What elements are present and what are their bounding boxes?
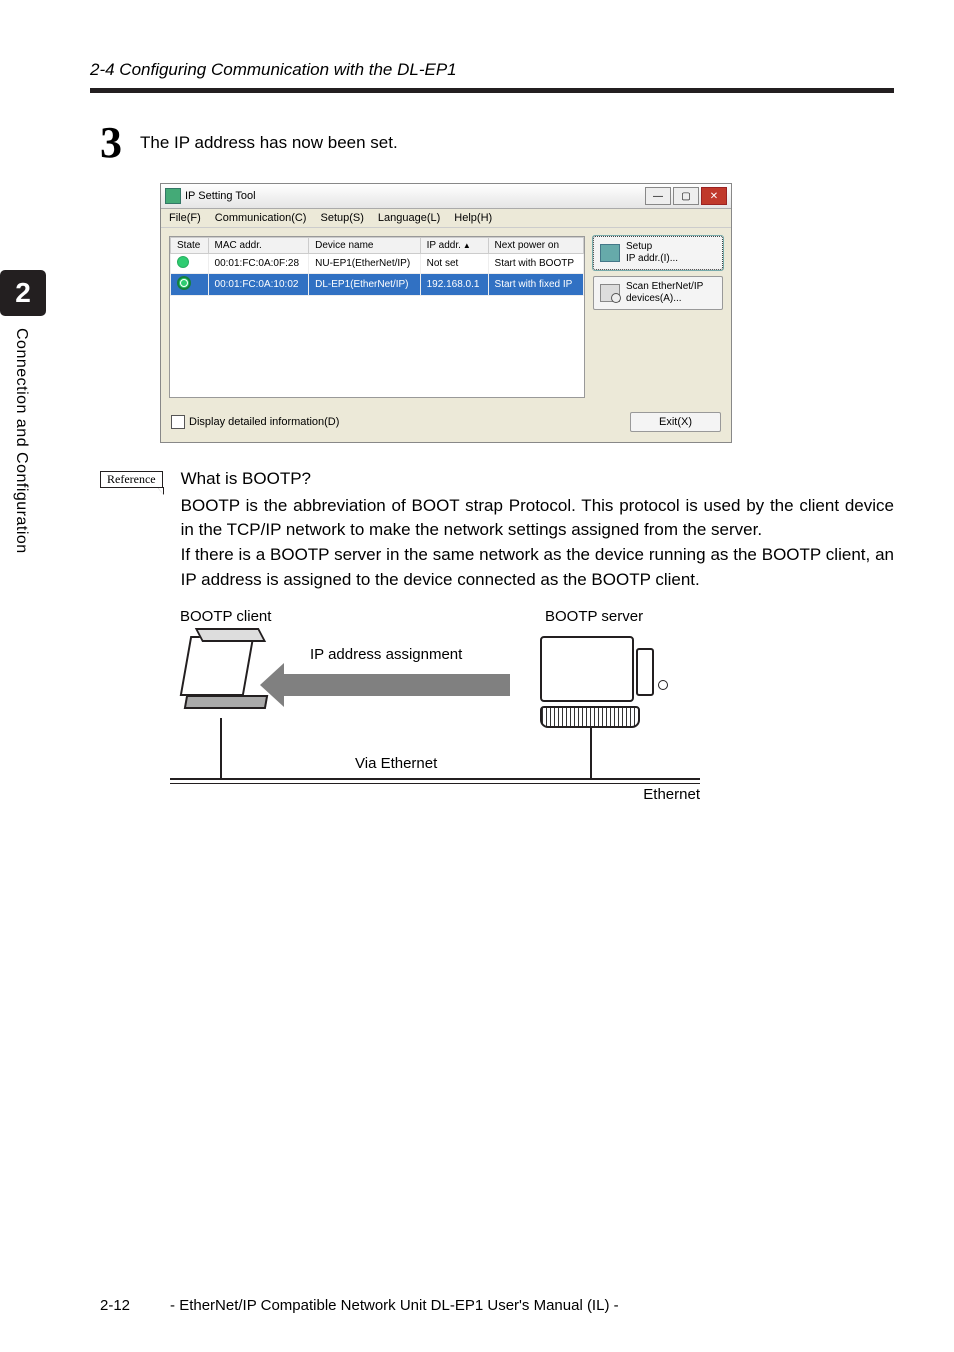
sort-asc-icon: ▲ — [463, 241, 471, 250]
client-label: BOOTP client — [180, 608, 271, 625]
cell-ip: Not set — [420, 254, 488, 274]
maximize-button[interactable]: ▢ — [673, 187, 699, 205]
reference-text: What is BOOTP? BOOTP is the abbreviation… — [181, 467, 894, 592]
close-button[interactable]: ✕ — [701, 187, 727, 205]
cell-mac: 00:01:FC:0A:0F:28 — [208, 254, 309, 274]
reference-badge: Reference — [100, 471, 163, 488]
menubar: File(F) Communication(C) Setup(S) Langua… — [161, 209, 731, 228]
arrow-label: IP address assignment — [310, 646, 462, 663]
menu-communication[interactable]: Communication(C) — [215, 212, 307, 224]
plc-device-icon — [185, 636, 265, 716]
col-next[interactable]: Next power on — [488, 238, 583, 254]
ethernet-drop-1 — [220, 718, 222, 778]
device-table: State MAC addr. Device name IP addr.▲ Ne… — [170, 237, 584, 296]
cell-mac: 00:01:FC:0A:10:02 — [208, 274, 309, 296]
reference-badge-label: Reference — [100, 471, 163, 488]
menu-file[interactable]: File(F) — [169, 212, 201, 224]
cell-next: Start with BOOTP — [488, 254, 583, 274]
ethernet-drop-2 — [590, 726, 592, 778]
window-controls: — ▢ ✕ — [645, 187, 727, 205]
ethernet-label: Ethernet — [643, 786, 700, 803]
page-number: 2-12 — [100, 1297, 130, 1314]
checkbox-icon — [171, 415, 185, 429]
scan-icon — [600, 284, 620, 302]
device-table-container: State MAC addr. Device name IP addr.▲ Ne… — [169, 236, 585, 398]
bootp-diagram: BOOTP client BOOTP server IP address ass… — [160, 608, 680, 828]
server-label: BOOTP server — [545, 608, 643, 625]
step-text: The IP address has now been set. — [140, 133, 398, 153]
status-recycle-icon — [177, 276, 191, 290]
exit-button[interactable]: Exit(X) — [630, 412, 721, 432]
table-row[interactable]: 00:01:FC:0A:10:02 DL-EP1(EtherNet/IP) 19… — [171, 274, 584, 296]
detailed-info-checkbox[interactable]: Display detailed information(D) — [171, 415, 339, 429]
titlebar: IP Setting Tool — ▢ ✕ — [161, 184, 731, 209]
cell-ip: 192.168.0.1 — [420, 274, 488, 296]
col-ip[interactable]: IP addr.▲ — [420, 238, 488, 254]
reference-para-1: BOOTP is the abbreviation of BOOT strap … — [181, 494, 894, 543]
setup-ip-button[interactable]: Setup IP addr.(I)... — [593, 236, 723, 270]
app-window: IP Setting Tool — ▢ ✕ File(F) Communicat… — [160, 183, 732, 443]
chapter-title: Connection and Configuration — [12, 328, 30, 554]
reference-para-2: If there is a BOOTP server in the same n… — [181, 543, 894, 592]
chapter-side-tab: 2 Connection and Configuration — [0, 270, 46, 554]
chapter-number-box: 2 — [0, 270, 46, 316]
cell-next: Start with fixed IP — [488, 274, 583, 296]
reference-heading: What is BOOTP? — [181, 467, 894, 492]
scan-devices-label: Scan EtherNet/IP devices(A)... — [626, 281, 703, 305]
cell-device: NU-EP1(EtherNet/IP) — [309, 254, 420, 274]
menu-language[interactable]: Language(L) — [378, 212, 440, 224]
setup-ip-label: Setup IP addr.(I)... — [626, 241, 678, 265]
page-footer: 2-12 - EtherNet/IP Compatible Network Un… — [0, 1297, 954, 1314]
menu-help[interactable]: Help(H) — [454, 212, 492, 224]
cell-device: DL-EP1(EtherNet/IP) — [309, 274, 420, 296]
minimize-button[interactable]: — — [645, 187, 671, 205]
col-mac[interactable]: MAC addr. — [208, 238, 309, 254]
table-row[interactable]: 00:01:FC:0A:0F:28 NU-EP1(EtherNet/IP) No… — [171, 254, 584, 274]
section-header: 2-4 Configuring Communication with the D… — [0, 0, 954, 88]
step-number: 3 — [100, 121, 122, 165]
step-row: 3 The IP address has now been set. — [100, 121, 894, 165]
via-ethernet-label: Via Ethernet — [355, 755, 437, 772]
reference-arrow-icon — [157, 487, 164, 495]
col-state[interactable]: State — [171, 238, 209, 254]
manual-title: - EtherNet/IP Compatible Network Unit DL… — [170, 1297, 619, 1314]
checkbox-label: Display detailed information(D) — [189, 416, 339, 428]
col-device[interactable]: Device name — [309, 238, 420, 254]
app-footer: Display detailed information(D) Exit(X) — [161, 406, 731, 442]
ethernet-line — [170, 778, 700, 784]
app-icon — [165, 188, 181, 204]
arrow-body — [280, 674, 510, 696]
window-title: IP Setting Tool — [185, 190, 256, 202]
header-rule — [90, 88, 894, 93]
server-device-icon — [540, 636, 640, 728]
scan-devices-button[interactable]: Scan EtherNet/IP devices(A)... — [593, 276, 723, 310]
setup-icon — [600, 244, 620, 262]
status-ok-icon — [177, 256, 189, 268]
menu-setup[interactable]: Setup(S) — [320, 212, 363, 224]
